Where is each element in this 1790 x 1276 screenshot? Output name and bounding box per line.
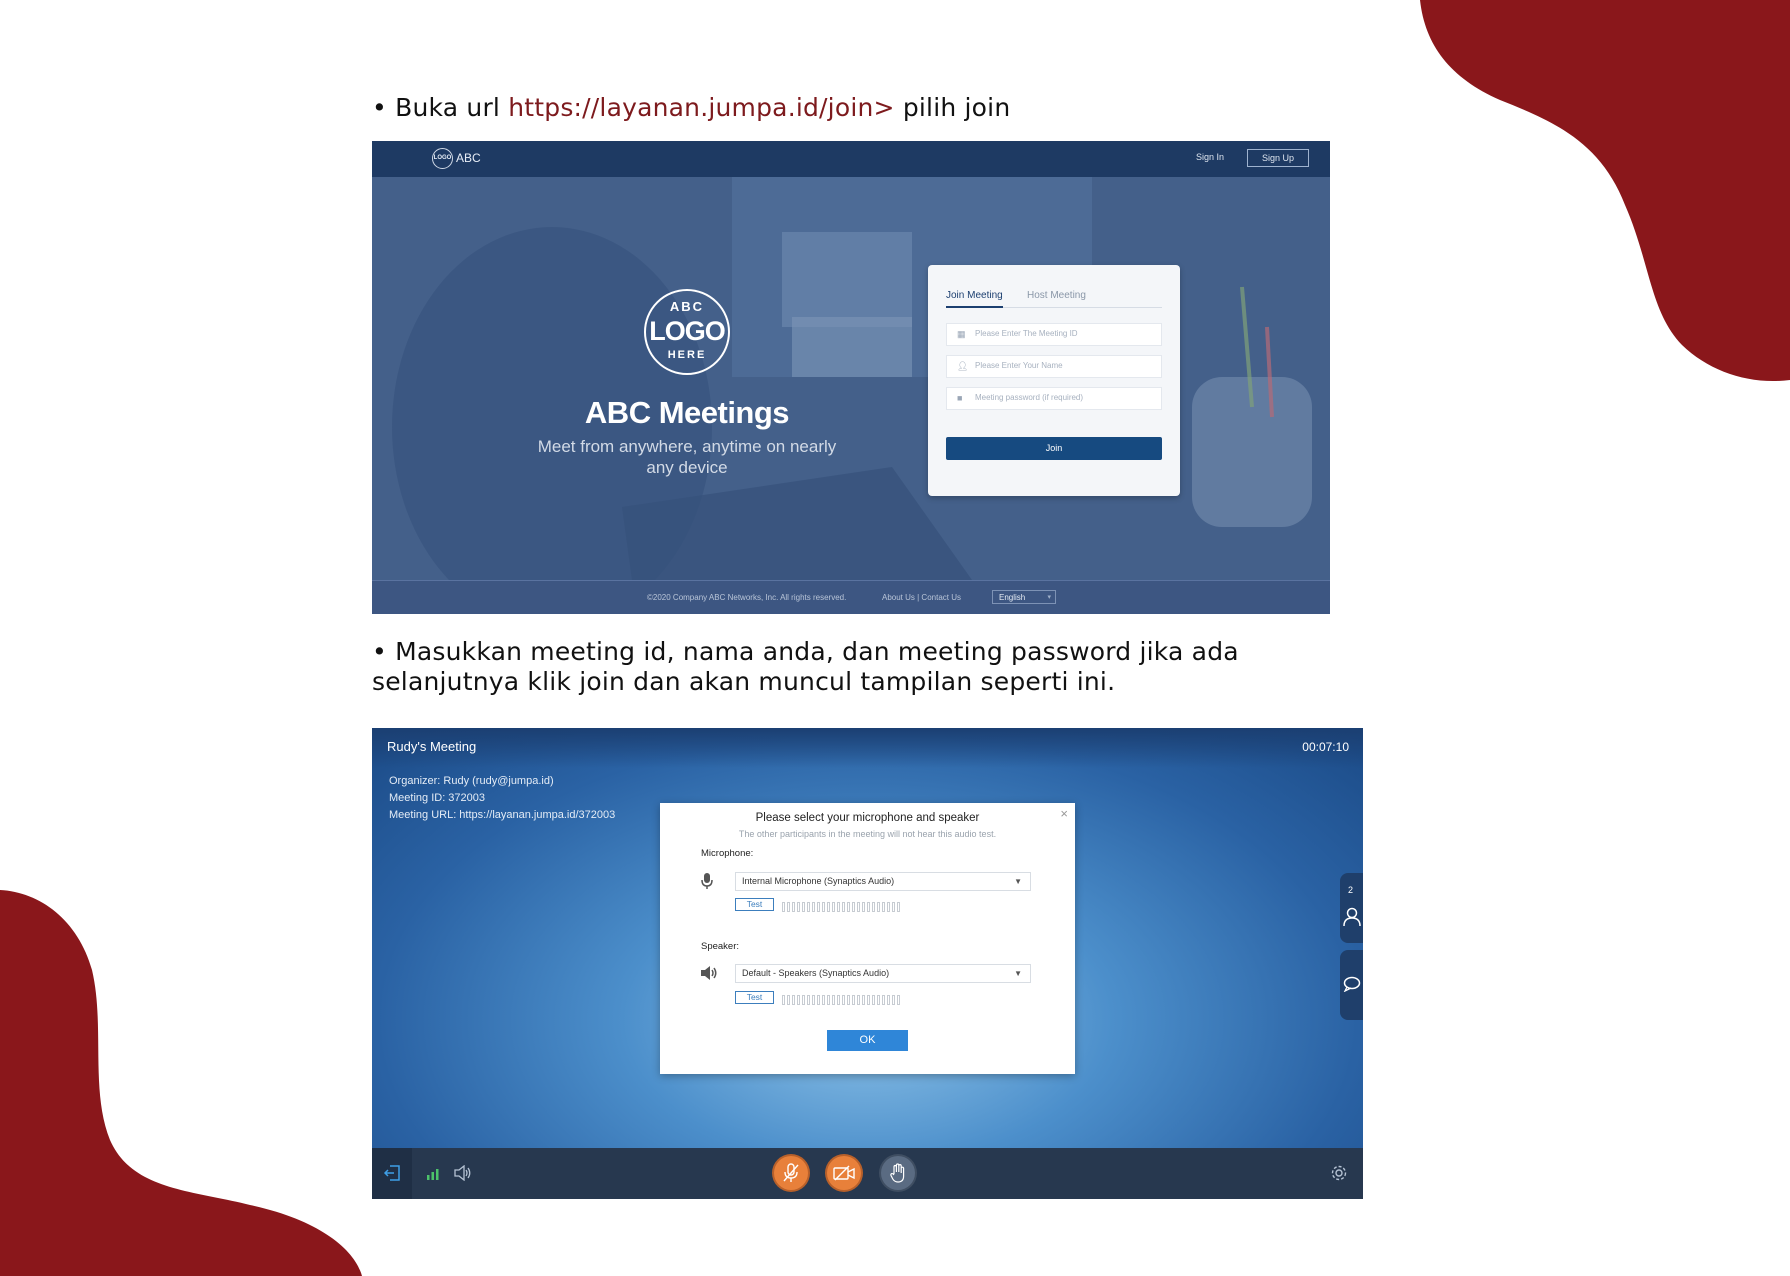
camera-off-button[interactable] (827, 1156, 861, 1190)
abc-logo-badge: ABC LOGO HERE (644, 289, 730, 375)
hand-icon (890, 1163, 905, 1183)
speaker-level-meter (782, 992, 922, 1005)
dialog-subtitle: The other participants in the meeting wi… (738, 829, 997, 839)
sign-in-link[interactable]: Sign In (1196, 152, 1224, 162)
chevron-down-icon: ▾ (1047, 594, 1051, 601)
tab-host-meeting[interactable]: Host Meeting (1027, 290, 1086, 301)
meeting-tabs: Join Meeting Host Meeting (946, 287, 1162, 308)
chat-icon (1343, 976, 1361, 992)
name-placeholder: Please Enter Your Name (975, 361, 1063, 370)
volume-icon[interactable] (454, 1165, 472, 1181)
sign-up-button[interactable]: Sign Up (1247, 149, 1309, 167)
signal-strength-icon (427, 1169, 439, 1180)
raise-hand-button[interactable] (881, 1156, 915, 1190)
speaker-device: Default - Speakers (Synaptics Audio) (742, 968, 890, 978)
participants-count: 2 (1348, 885, 1354, 895)
dialog-title: Please select your microphone and speake… (755, 812, 980, 824)
lock-icon: ■ (957, 393, 963, 403)
page-footer: ©2020 Company ABC Networks, Inc. All rig… (372, 580, 1330, 614)
meeting-header (372, 728, 1363, 768)
mic-test-button[interactable]: Test (735, 898, 774, 911)
caption-open-url-suffix: > (873, 93, 895, 122)
caption-open-url-prefix: • Buka url (372, 93, 509, 122)
chat-tab[interactable] (1340, 950, 1363, 1020)
camera-off-icon (833, 1165, 855, 1181)
join-button[interactable]: Join (946, 437, 1162, 460)
chevron-down-icon: ▼ (1014, 969, 1022, 978)
footer-links[interactable]: About Us | Contact Us (882, 593, 961, 602)
caption-open-url-rest: pilih join (894, 93, 1011, 122)
meeting-id-info: Meeting ID: 372003 (389, 792, 486, 804)
meeting-url-info: Meeting URL: https://layanan.jumpa.id/37… (389, 809, 616, 821)
mute-microphone-button[interactable] (774, 1156, 808, 1190)
audio-device-dialog: × Please select your microphone and spea… (660, 803, 1075, 1074)
meeting-room-screenshot: Rudy's Meeting 00:07:10 Organizer: Rudy … (372, 728, 1363, 1199)
caption-line-1: • Masukkan meeting id, nama anda, dan me… (372, 637, 1239, 666)
copyright-text: ©2020 Company ABC Networks, Inc. All rig… (647, 593, 847, 602)
caption-line-2: selanjutnya klik join dan akan muncul ta… (372, 667, 1116, 696)
name-input[interactable]: 👤︎ Please Enter Your Name (946, 355, 1162, 378)
speaker-icon (701, 966, 717, 980)
microphone-off-icon (783, 1163, 799, 1182)
user-icon: 👤︎ (957, 361, 969, 371)
exit-icon (383, 1165, 400, 1181)
logo-top-text: ABC (669, 299, 705, 314)
meeting-title: Rudy's Meeting (387, 739, 477, 754)
participants-icon (1343, 907, 1361, 927)
settings-gear-icon[interactable] (1330, 1164, 1348, 1182)
corner-blob-bottom-left (0, 890, 362, 1276)
meeting-toolbar (372, 1148, 1363, 1199)
corner-blob-top-right (1420, 0, 1790, 382)
participants-tab[interactable]: 2 (1340, 873, 1363, 943)
mic-level-meter (782, 899, 922, 912)
meeting-id-input[interactable]: ▦ Please Enter The Meeting ID (946, 323, 1162, 346)
microphone-icon (701, 873, 713, 889)
language-select[interactable]: English ▾ (992, 590, 1056, 604)
ok-button[interactable]: OK (827, 1030, 908, 1051)
password-placeholder: Meeting password (if required) (975, 393, 1084, 402)
microphone-select[interactable]: Internal Microphone (Synaptics Audio) ▼ (735, 872, 1031, 891)
top-navbar: LOGO ABC Sign In Sign Up (372, 141, 1330, 177)
grid-icon: ▦ (957, 329, 966, 339)
password-input[interactable]: ■ Meeting password (if required) (946, 387, 1162, 410)
meeting-timer: 00:07:10 (1302, 740, 1349, 754)
logo-middle-text: LOGO (649, 316, 726, 346)
hero-subtitle: Meet from anywhere, anytime on nearly an… (537, 437, 837, 477)
leave-button[interactable] (372, 1148, 412, 1199)
brand-name: ABC (456, 151, 481, 165)
caption-open-url: • Buka url https://layanan.jumpa.id/join… (372, 93, 1010, 123)
caption-enter-details: • Masukkan meeting id, nama anda, dan me… (372, 637, 1239, 697)
organizer-info: Organizer: Rudy (rudy@jumpa.id) (389, 775, 554, 787)
speaker-select[interactable]: Default - Speakers (Synaptics Audio) ▼ (735, 964, 1031, 983)
hero-title: ABC Meetings (584, 395, 790, 430)
background-photo (372, 177, 1330, 580)
microphone-label: Microphone: (701, 848, 754, 859)
microphone-device: Internal Microphone (Synaptics Audio) (742, 876, 895, 886)
language-value: English (999, 593, 1026, 602)
brand-logo-icon: LOGO (432, 148, 453, 169)
meeting-id-placeholder: Please Enter The Meeting ID (975, 329, 1078, 338)
tab-join-meeting[interactable]: Join Meeting (946, 290, 1003, 308)
logo-bottom-text: HERE (667, 349, 707, 361)
speaker-label: Speaker: (701, 941, 740, 952)
speaker-test-button[interactable]: Test (735, 991, 774, 1004)
join-page-screenshot: LOGO ABC Sign In Sign Up ABC LOGO HERE A… (372, 141, 1330, 614)
join-meeting-card: Join Meeting Host Meeting ▦ Please Enter… (928, 265, 1180, 496)
join-url-link[interactable]: https://layanan.jumpa.id/join (508, 93, 873, 122)
chevron-down-icon: ▼ (1014, 877, 1022, 886)
